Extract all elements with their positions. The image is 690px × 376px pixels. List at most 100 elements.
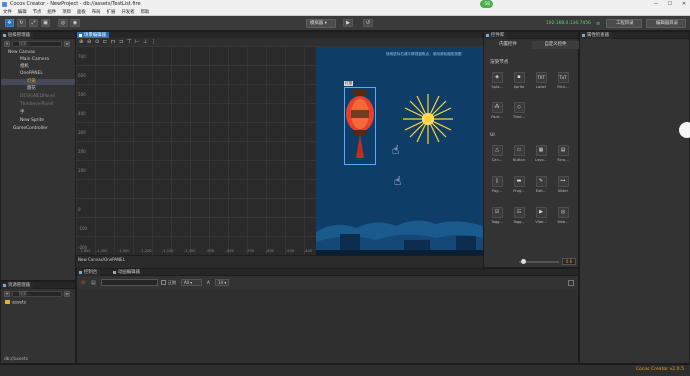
minimize-button[interactable]: — — [650, 0, 662, 9]
tab-custom[interactable]: 自定义控件 — [532, 41, 579, 49]
editbox-control[interactable]: ✎ Edit... — [532, 176, 550, 193]
assets-search-input[interactable]: 搜索... — [12, 291, 62, 297]
collapse-icon[interactable]: ≡ — [64, 41, 70, 47]
open-log-icon[interactable]: ▤ — [91, 280, 97, 286]
animation-tab[interactable]: 动画编辑器 — [111, 269, 143, 276]
add-node-button[interactable]: + — [4, 41, 10, 47]
rect-tool-button[interactable]: ▣ — [41, 19, 50, 27]
preview-ip[interactable]: 192.168.0.136:7456 — [546, 20, 591, 27]
layout-control[interactable]: ▦ Layo... — [532, 145, 550, 162]
scale-tool-button[interactable]: ⤢ — [29, 19, 38, 27]
tab-builtin[interactable]: 内置控件 — [484, 41, 532, 49]
particle-control[interactable]: ⁂ Parti... — [488, 102, 506, 119]
menu-help[interactable]: 帮助 — [138, 9, 153, 16]
zoom-out-icon[interactable]: ⊖ — [87, 39, 91, 45]
clear-icon[interactable]: ⊘ — [81, 280, 87, 286]
richtext-control[interactable]: TxT Rich... — [554, 72, 572, 89]
maximize-button[interactable]: ☐ — [664, 0, 676, 9]
inspector-tab[interactable]: 属性检查器 — [580, 32, 612, 39]
align-right-icon[interactable]: ⊐ — [119, 39, 123, 45]
button-control[interactable]: ▭ Button — [510, 145, 528, 162]
menu-layout[interactable]: 布局 — [89, 9, 104, 16]
refresh-button[interactable]: ↺ — [363, 19, 373, 27]
label-control[interactable]: TXT Label — [532, 72, 550, 89]
platform-select[interactable]: 模拟器 ▾ — [306, 19, 336, 28]
slider-control[interactable]: ⊶ Slider — [554, 176, 572, 193]
x-tick: -600 — [266, 249, 275, 253]
asset-root[interactable]: assets — [1, 300, 75, 306]
tree-node[interactable]: GameController — [1, 126, 75, 132]
tree-node[interactable]: 手 — [1, 110, 75, 116]
align-left-icon[interactable]: ⊏ — [103, 39, 107, 45]
splash-control[interactable]: ◈ Spla... — [488, 72, 506, 89]
scene-hint: 使用鼠标右键平移视窗焦点，使用滚轮缩放视图 — [386, 52, 462, 56]
editor-folder-button[interactable]: 编辑器目录 — [646, 19, 686, 28]
title-bar: Cocos Creator - NewProject - db://assets… — [0, 0, 690, 9]
menu-file[interactable]: 文件 — [0, 9, 15, 16]
design-canvas[interactable]: 使用鼠标右键平移视窗焦点，使用滚轮缩放视图 灯笼 ☝ ☝ — [316, 47, 483, 256]
x-tick: -1,600 — [79, 249, 91, 253]
sort-icon[interactable]: ≡ — [64, 291, 70, 297]
editbox-icon: ✎ — [535, 176, 547, 187]
local-global-button[interactable]: ◎ — [58, 19, 68, 27]
videoplayer-icon: ▶ — [535, 207, 547, 218]
y-tick: 0 — [78, 207, 81, 212]
toggle-control[interactable]: ☑ Togg... — [488, 207, 506, 224]
close-button[interactable]: ✕ — [678, 0, 690, 9]
zoom-slider-handle[interactable] — [521, 259, 526, 264]
tree-node[interactable]: OnePANEL — [1, 71, 75, 77]
sprite-control[interactable]: ▪ Sprite — [510, 72, 528, 89]
tree-node[interactable]: New Canvas — [1, 50, 75, 56]
tiledmap-icon: ◇ — [513, 102, 525, 113]
tree-node[interactable]: 相机 — [1, 64, 75, 70]
assets-tab[interactable]: 资源管理器 — [1, 282, 33, 289]
zoom-in-icon[interactable]: ⊕ — [79, 39, 83, 45]
console-tab[interactable]: 控制台 — [77, 269, 101, 276]
hierarchy-search-input[interactable]: 搜索... — [12, 41, 62, 47]
hierarchy-tab[interactable]: 层级管理器 — [1, 32, 33, 39]
controls-tab[interactable]: 控件库 — [484, 32, 508, 39]
distribute-icon[interactable]: ⋮ — [151, 39, 156, 45]
tree-node[interactable]: DESIGNEDPanel — [1, 94, 75, 100]
webview-control[interactable]: ◎ Web... — [554, 207, 572, 224]
rotate-tool-button[interactable]: ↻ — [17, 19, 26, 27]
log-level-select[interactable]: All ▾ — [181, 279, 202, 286]
scene-icon — [79, 34, 82, 37]
tree-node[interactable]: ThirdlevelPanel — [1, 102, 75, 108]
tree-node-selected[interactable]: 灯笼 — [1, 79, 75, 85]
menu-project[interactable]: 项目 — [59, 9, 74, 16]
tiledmap-control[interactable]: ◇ Tiled... — [510, 102, 528, 119]
font-size-select[interactable]: 14 ▾ — [215, 279, 229, 286]
collapse-console-icon[interactable] — [568, 280, 574, 286]
tree-node[interactable]: 烟花 — [1, 86, 75, 92]
tree-node[interactable]: Main Camera — [1, 57, 75, 63]
menu-developer[interactable]: 开发者 — [118, 9, 137, 16]
progressbar-control[interactable]: ▬ Prog... — [510, 176, 528, 193]
scrollview-control[interactable]: ▤ Scro... — [554, 145, 572, 162]
align-bottom-icon[interactable]: ⊥ — [143, 39, 147, 45]
videoplayer-control[interactable]: ▶ Vide... — [532, 207, 550, 224]
play-button[interactable]: ▶ — [343, 19, 353, 27]
pivot-center-button[interactable]: ◉ — [70, 19, 80, 27]
console-filter-input[interactable] — [101, 279, 158, 286]
align-top-icon[interactable]: ⊤ — [127, 39, 131, 45]
zoom-fit-icon[interactable]: ⊙ — [95, 39, 99, 45]
align-middle-icon[interactable]: ⊢ — [135, 39, 139, 45]
canvas-control[interactable]: △ Can... — [488, 145, 506, 162]
project-folder-button[interactable]: 工程目录 — [606, 19, 642, 28]
menu-component[interactable]: 组件 — [44, 9, 59, 16]
pageview-control[interactable]: ▯ Pag... — [488, 176, 506, 193]
floating-assistant-icon[interactable] — [679, 122, 690, 138]
zoom-value[interactable]: 0.6 — [562, 258, 576, 265]
tree-node[interactable]: New Sprite — [1, 118, 75, 124]
align-center-icon[interactable]: ⊓ — [111, 39, 115, 45]
breadcrumb[interactable]: New Canvas/OnePANEL — [78, 257, 125, 262]
togglegroup-control[interactable]: ☷ Togg... — [510, 207, 528, 224]
move-tool-button[interactable]: ✥ — [5, 19, 14, 27]
regex-checkbox[interactable] — [161, 280, 166, 285]
menu-panel[interactable]: 面板 — [74, 9, 89, 16]
add-asset-button[interactable]: + — [4, 291, 10, 297]
menu-edit[interactable]: 编辑 — [15, 9, 30, 16]
menu-extension[interactable]: 扩展 — [104, 9, 119, 16]
menu-node[interactable]: 节点 — [30, 9, 45, 16]
